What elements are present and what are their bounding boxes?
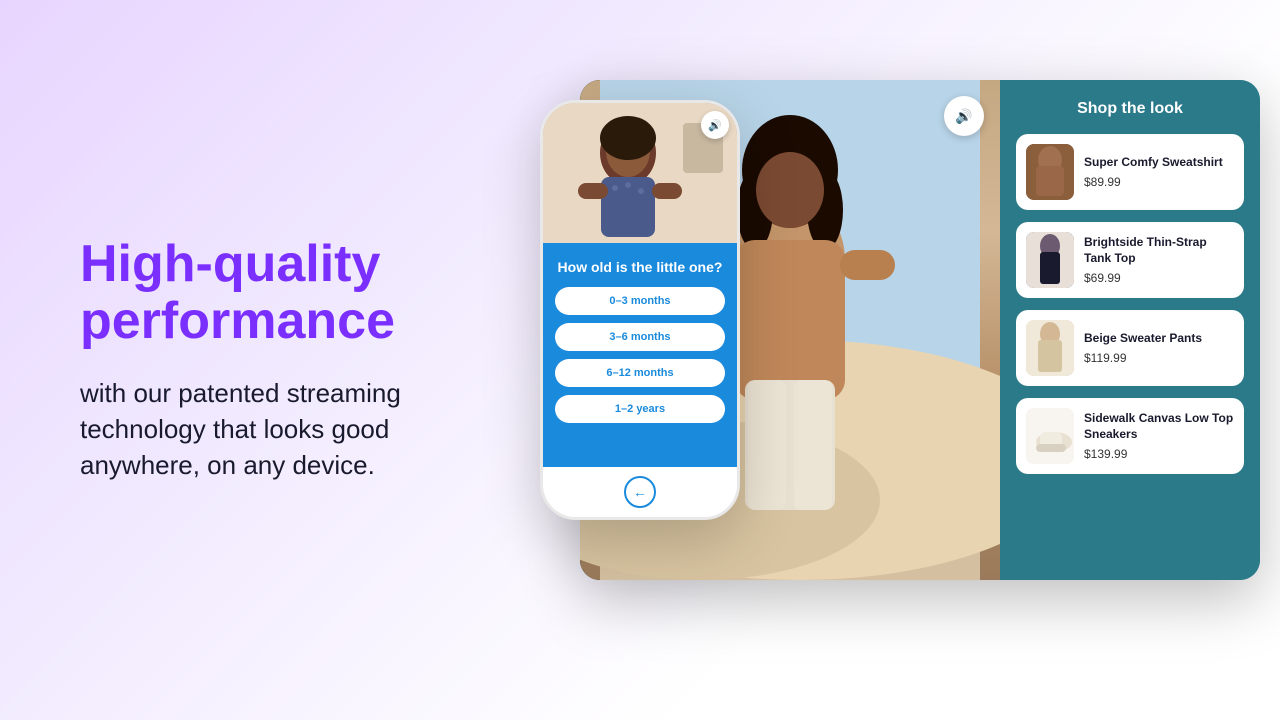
subtext: with our patented streaming technology t…	[80, 375, 420, 484]
product-price-2: $69.99	[1084, 271, 1234, 285]
back-icon: ←	[633, 484, 647, 500]
tablet-sound-button[interactable]: 🔊	[944, 96, 984, 136]
headline-line2: performance	[80, 292, 395, 350]
tablet-sound-icon: 🔊	[955, 108, 972, 125]
product-name-3: Beige Sweater Pants	[1084, 331, 1234, 347]
phone-nav: ←	[543, 467, 737, 517]
product-thumb-1	[1026, 144, 1074, 200]
product-card-4[interactable]: Sidewalk Canvas Low Top Sneakers $139.99	[1016, 398, 1244, 474]
product-info-1: Super Comfy Sweatshirt $89.99	[1084, 155, 1234, 189]
phone-video: 🔊	[543, 103, 737, 243]
headline: High-quality performance	[80, 236, 420, 350]
poll-option-2[interactable]: 3–6 months	[555, 323, 725, 351]
product-info-3: Beige Sweater Pants $119.99	[1084, 331, 1234, 365]
back-button[interactable]: ←	[624, 476, 656, 508]
phone-inner: 🔊 How old is the little one? 0–3 months …	[543, 103, 737, 517]
product-info-4: Sidewalk Canvas Low Top Sneakers $139.99	[1084, 411, 1234, 460]
phone-sound-button[interactable]: 🔊	[701, 111, 729, 139]
phone-poll: How old is the little one? 0–3 months 3–…	[543, 243, 737, 467]
left-content: High-quality performance with our patent…	[0, 176, 460, 544]
shop-title: Shop the look	[1016, 100, 1244, 118]
product-thumb-4	[1026, 408, 1074, 464]
page: High-quality performance with our patent…	[0, 0, 1280, 720]
phone-sound-icon: 🔊	[708, 119, 722, 132]
headline-line1: High-quality	[80, 235, 380, 293]
product-info-2: Brightside Thin-Strap Tank Top $69.99	[1084, 235, 1234, 284]
product-card-2[interactable]: Brightside Thin-Strap Tank Top $69.99	[1016, 222, 1244, 298]
product-card-3[interactable]: Beige Sweater Pants $119.99	[1016, 310, 1244, 386]
poll-option-4[interactable]: 1–2 years	[555, 395, 725, 423]
poll-question: How old is the little one?	[558, 259, 723, 275]
phone: 🔊 How old is the little one? 0–3 months …	[540, 100, 740, 520]
product-thumb-2	[1026, 232, 1074, 288]
poll-option-1[interactable]: 0–3 months	[555, 287, 725, 315]
product-price-3: $119.99	[1084, 351, 1234, 365]
devices-container: 🔊 Shop the look Super Com	[460, 0, 1280, 720]
product-name-2: Brightside Thin-Strap Tank Top	[1084, 235, 1234, 266]
product-thumb-3	[1026, 320, 1074, 376]
shop-panel: Shop the look Super Comfy Sweatshirt $89…	[1000, 80, 1260, 580]
poll-option-3[interactable]: 6–12 months	[555, 359, 725, 387]
product-price-1: $89.99	[1084, 175, 1234, 189]
product-price-4: $139.99	[1084, 447, 1234, 461]
product-name-4: Sidewalk Canvas Low Top Sneakers	[1084, 411, 1234, 442]
product-name-1: Super Comfy Sweatshirt	[1084, 155, 1234, 171]
product-card-1[interactable]: Super Comfy Sweatshirt $89.99	[1016, 134, 1244, 210]
